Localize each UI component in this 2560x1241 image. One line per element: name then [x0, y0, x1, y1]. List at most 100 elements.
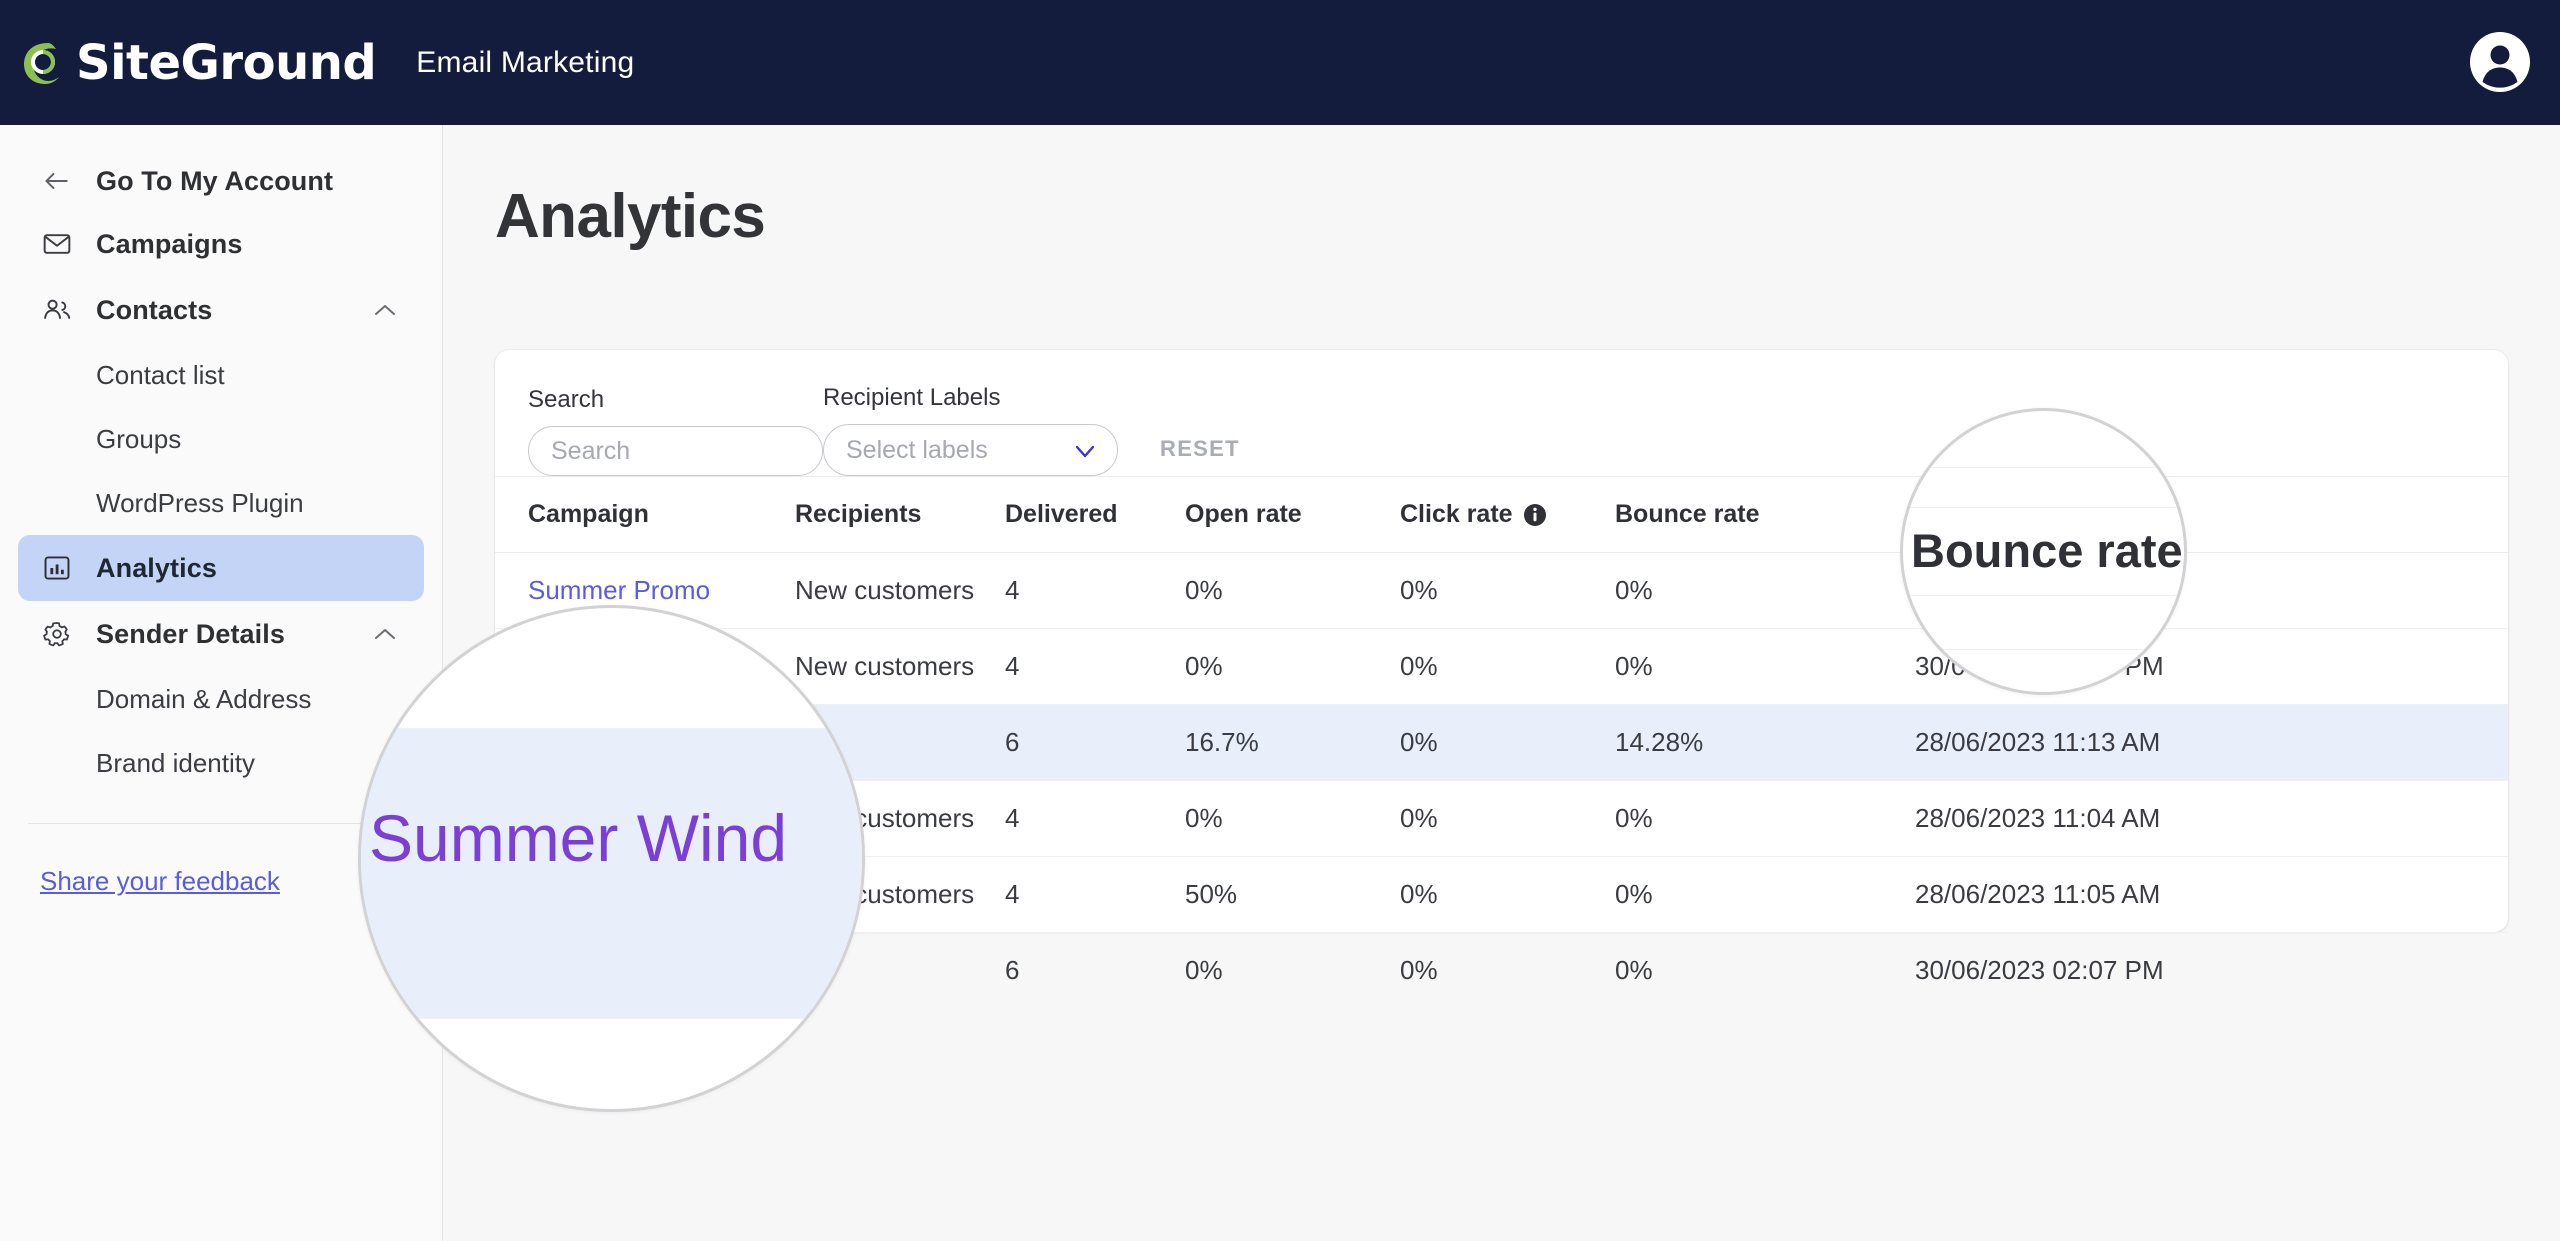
- chevron-up-icon[interactable]: [372, 297, 398, 323]
- column-header-click-rate[interactable]: Click rate: [1400, 476, 1615, 553]
- column-header-label: Bounce rate: [1615, 500, 1760, 528]
- gear-icon: [40, 617, 74, 651]
- cell-sent-on: 28/06/2023 11:04 AM: [1915, 780, 2508, 857]
- magnifier-lens-bounce-rate: Bounce rate: [1900, 408, 2187, 695]
- cell-delivered: 6: [1005, 704, 1185, 781]
- page-title: Analytics: [495, 182, 766, 251]
- brand-logo[interactable]: SiteGround: [18, 34, 377, 91]
- cell-click-rate: 0%: [1400, 552, 1615, 629]
- cell-open-rate: 0%: [1185, 552, 1400, 629]
- cell-open-rate: 0%: [1185, 780, 1400, 857]
- cell-delivered: 4: [1005, 856, 1185, 933]
- search-input[interactable]: [528, 426, 823, 476]
- cell-recipients: New customers: [795, 628, 1005, 705]
- column-header-label: Open rate: [1185, 500, 1302, 528]
- cell-sent-on: 28/06/2023 11:05 AM: [1915, 856, 2508, 933]
- arrow-left-icon: [40, 164, 74, 198]
- sidebar-item-label: Sender Details: [96, 618, 285, 649]
- sidebar-item-wordpress-plugin[interactable]: WordPress Plugin: [18, 471, 424, 535]
- cell-open-rate: 16.7%: [1185, 704, 1400, 781]
- lens-gridline: [361, 1018, 862, 1019]
- column-header-recipients[interactable]: Recipients: [795, 476, 1005, 553]
- search-label: Search: [528, 386, 605, 413]
- cell-click-rate: 0%: [1400, 704, 1615, 781]
- cell-bounce-rate: 0%: [1615, 955, 1653, 986]
- cell-delivered: 6: [1005, 955, 1020, 986]
- recipient-labels-selected-value: Select labels: [846, 435, 988, 464]
- sidebar-subitem-label: WordPress Plugin: [96, 487, 304, 518]
- lens-gridline: [1903, 595, 2184, 596]
- brand-name: SiteGround: [76, 34, 377, 91]
- cell-delivered: 4: [1005, 780, 1185, 857]
- sidebar-item-contacts[interactable]: Contacts: [18, 277, 424, 343]
- sidebar-item-sender-details[interactable]: Sender Details: [18, 601, 424, 667]
- cell-bounce-rate: 14.28%: [1615, 704, 1915, 781]
- column-header-bounce-rate[interactable]: Bounce rate: [1615, 476, 1915, 553]
- cell-click-rate: 0%: [1400, 856, 1615, 933]
- siteground-logo-icon: [18, 35, 74, 91]
- sidebar-subitem-label: Groups: [96, 423, 182, 454]
- magnifier-lens-campaign: Summer Wind: [358, 605, 865, 1112]
- filter-bar: Search Recipient Labels Select labels R: [495, 350, 2508, 476]
- column-header-campaign[interactable]: Campaign: [495, 476, 795, 553]
- lens-bounce-rate-text: Bounce rate: [1911, 524, 2183, 577]
- sidebar-subitem-label: Contact list: [96, 359, 225, 390]
- column-header-delivered[interactable]: Delivered: [1005, 476, 1185, 553]
- column-header-open-rate[interactable]: Open rate: [1185, 476, 1400, 553]
- user-circle-icon[interactable]: [2468, 30, 2532, 94]
- cell-click-rate: 0%: [1400, 780, 1615, 857]
- search-field-group: Search: [528, 386, 823, 476]
- sidebar-item-analytics[interactable]: Analytics: [18, 535, 424, 601]
- top-bar: SiteGround Email Marketing: [0, 0, 2560, 125]
- chevron-down-icon[interactable]: [1072, 438, 1098, 464]
- cell-recipients: New customers: [795, 552, 1005, 629]
- sidebar-item-contact-list[interactable]: Contact list: [18, 343, 424, 407]
- sidebar-item-campaigns[interactable]: Campaigns: [18, 211, 424, 277]
- sidebar-back-label: Go To My Account: [96, 165, 334, 196]
- sidebar-item-label: Analytics: [96, 552, 217, 583]
- column-header-label: Recipients: [795, 500, 922, 528]
- lens-gridline: [1903, 649, 2184, 650]
- cell-sent-on: 28/06/2023 11:13 AM: [1915, 704, 2508, 781]
- campaign-link[interactable]: Summer Promo: [528, 575, 710, 605]
- sidebar-divider: [28, 823, 414, 824]
- cell-click-rate: 0%: [1400, 628, 1615, 705]
- recipient-labels-select-wrap: Select labels: [823, 424, 1118, 476]
- lens-gridline: [361, 728, 862, 729]
- cell-sent-on: 30/06/2023 02:07 PM: [1915, 955, 2164, 986]
- cell-click-rate: 0%: [1400, 955, 1438, 986]
- lens-gridline: [1903, 467, 2184, 468]
- cell-delivered: 4: [1005, 552, 1185, 629]
- cell-delivered: 4: [1005, 628, 1185, 705]
- column-header-label: Click rate: [1400, 500, 1513, 528]
- sidebar-item-label: Campaigns: [96, 228, 243, 259]
- cell-open-rate: 50%: [1185, 856, 1400, 933]
- recipient-labels-field-group: Recipient Labels Select labels: [823, 384, 1118, 476]
- sidebar: Go To My Account Campaigns Contacts Cont…: [0, 125, 443, 1241]
- sidebar-item-go-to-my-account[interactable]: Go To My Account: [18, 151, 424, 211]
- cell-bounce-rate: 0%: [1615, 856, 1915, 933]
- sidebar-subitem-label: Domain & Address: [96, 683, 312, 714]
- chart-bar-icon: [40, 551, 74, 585]
- sidebar-subitem-label: Brand identity: [96, 747, 255, 778]
- cell-bounce-rate: 0%: [1615, 552, 1915, 629]
- recipient-labels-label: Recipient Labels: [823, 384, 1001, 411]
- app-title: Email Marketing: [416, 45, 635, 79]
- lens-campaign-text: Summer Wind: [369, 801, 788, 875]
- sidebar-item-groups[interactable]: Groups: [18, 407, 424, 471]
- sidebar-item-label: Contacts: [96, 294, 213, 325]
- cell-bounce-rate: 0%: [1615, 628, 1915, 705]
- column-header-label: Campaign: [528, 500, 649, 528]
- table-row[interactable]: Summer Promo New customers 4 0% 0% 0% 30…: [495, 552, 2508, 629]
- column-header-label: Delivered: [1005, 500, 1118, 528]
- cell-open-rate: 0%: [1185, 628, 1400, 705]
- chevron-up-icon[interactable]: [372, 621, 398, 647]
- cell-open-rate: 0%: [1185, 955, 1223, 986]
- people-icon: [40, 293, 74, 327]
- info-icon[interactable]: [1523, 503, 1547, 527]
- reset-button[interactable]: RESET: [1160, 436, 1240, 476]
- sidebar-item-domain-address[interactable]: Domain & Address: [18, 667, 424, 731]
- envelope-icon: [40, 227, 74, 261]
- table-head: Campaign Recipients Delivered Open rate …: [495, 476, 2508, 553]
- table-header-row: Campaign Recipients Delivered Open rate …: [495, 476, 2508, 553]
